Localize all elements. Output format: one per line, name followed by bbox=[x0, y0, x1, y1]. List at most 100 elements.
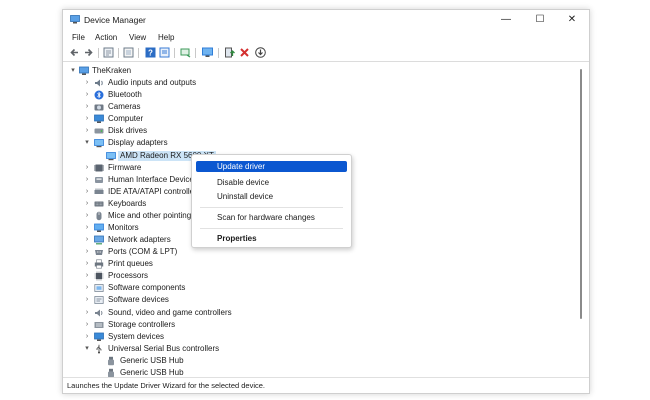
display-adapter-icon bbox=[106, 151, 116, 160]
tree-item-label: System devices bbox=[108, 331, 165, 341]
tree-item-label: Storage controllers bbox=[108, 319, 176, 329]
scrollbar-thumb[interactable] bbox=[580, 69, 582, 319]
tree-item-label: Audio inputs and outputs bbox=[108, 78, 197, 87]
chevron-right-icon[interactable]: › bbox=[83, 258, 91, 270]
properties-icon[interactable] bbox=[103, 47, 114, 58]
tree-item-label: IDE ATA/ATAPI controlle bbox=[108, 186, 195, 196]
chevron-right-icon[interactable]: › bbox=[83, 282, 91, 294]
status-text: Launches the Update Driver Wizard for th… bbox=[67, 381, 266, 390]
chevron-right-icon[interactable]: › bbox=[83, 307, 91, 319]
status-bar: Launches the Update Driver Wizard for th… bbox=[63, 377, 589, 393]
minimize-icon: — bbox=[501, 14, 511, 25]
back-arrow-icon[interactable] bbox=[69, 47, 80, 58]
properties-sheet-icon[interactable] bbox=[159, 47, 170, 58]
computer-icon bbox=[94, 114, 104, 124]
menu-help[interactable]: Help bbox=[158, 33, 174, 42]
tree-item-label: Ports (COM & LPT) bbox=[108, 247, 178, 257]
chevron-right-icon[interactable]: › bbox=[83, 89, 91, 101]
chevron-right-icon[interactable]: › bbox=[83, 101, 91, 113]
chevron-right-icon[interactable]: › bbox=[83, 198, 91, 210]
firmware-icon bbox=[94, 164, 104, 172]
scan-hardware-icon[interactable] bbox=[180, 47, 191, 58]
vertical-scrollbar[interactable] bbox=[579, 63, 584, 377]
usb-plug-icon bbox=[108, 368, 114, 377]
chevron-right-icon[interactable]: › bbox=[83, 174, 91, 186]
chevron-right-icon[interactable]: › bbox=[83, 222, 91, 234]
chevron-down-icon[interactable]: ▾ bbox=[69, 65, 77, 77]
tree-item-label: Display adapters bbox=[108, 138, 168, 148]
camera-icon bbox=[94, 104, 104, 111]
usb-icon bbox=[96, 344, 102, 354]
close-icon: ✕ bbox=[567, 14, 577, 25]
tree-item-label: Keyboards bbox=[108, 198, 147, 208]
chevron-down-icon[interactable]: ▾ bbox=[83, 343, 91, 355]
menu-item-update-driver[interactable]: Update driver bbox=[196, 161, 347, 172]
chevron-right-icon[interactable]: › bbox=[83, 294, 91, 306]
menu-item-properties[interactable]: Properties bbox=[196, 233, 347, 244]
tree-item-label: Generic USB Hub bbox=[120, 355, 184, 365]
tree-item-label: Bluetooth bbox=[108, 90, 142, 100]
usb-plug-icon bbox=[108, 356, 114, 365]
chevron-right-icon[interactable]: › bbox=[83, 77, 91, 89]
toolbar-separator bbox=[174, 48, 175, 58]
tree-item-label: Software devices bbox=[108, 295, 169, 305]
minimize-button[interactable]: — bbox=[489, 10, 523, 30]
tree-item-label: Universal Serial Bus controllers bbox=[108, 343, 220, 353]
chevron-right-icon[interactable]: › bbox=[83, 270, 91, 282]
processor-icon bbox=[94, 271, 104, 281]
computer-root-icon bbox=[79, 66, 89, 75]
ide-controller-icon bbox=[94, 188, 104, 194]
maximize-button[interactable]: ☐ bbox=[523, 10, 557, 30]
chevron-right-icon[interactable]: › bbox=[83, 319, 91, 331]
toolbar-separator bbox=[218, 48, 219, 58]
window-title: Device Manager bbox=[84, 15, 146, 25]
menu-action[interactable]: Action bbox=[95, 33, 117, 42]
menu-view[interactable]: View bbox=[129, 33, 146, 42]
software-device-icon bbox=[94, 296, 104, 305]
forward-arrow-icon[interactable] bbox=[83, 47, 94, 58]
toolbar-separator bbox=[118, 48, 119, 58]
port-icon bbox=[95, 250, 103, 256]
menu-separator bbox=[200, 207, 343, 208]
menu-bar: File Action View Help bbox=[63, 31, 589, 44]
tree-item-label: Disk drives bbox=[108, 126, 148, 136]
toolbar: ? bbox=[63, 45, 589, 62]
storage-controller-icon bbox=[94, 321, 104, 328]
chevron-right-icon[interactable]: › bbox=[83, 186, 91, 198]
tree-item-label: Network adapters bbox=[108, 235, 171, 244]
menu-file[interactable]: File bbox=[72, 33, 85, 42]
uninstall-icon[interactable] bbox=[239, 47, 250, 58]
chevron-right-icon[interactable]: › bbox=[83, 162, 91, 174]
chevron-right-icon[interactable]: › bbox=[83, 113, 91, 125]
help-icon[interactable]: ? bbox=[145, 47, 156, 58]
keyboard-icon bbox=[94, 201, 104, 207]
menu-item-scan-hardware[interactable]: Scan for hardware changes bbox=[196, 212, 347, 223]
network-adapter-icon bbox=[94, 235, 104, 245]
tree-item-label: Software components bbox=[108, 283, 186, 293]
update-driver-icon[interactable] bbox=[224, 47, 235, 58]
chevron-right-icon[interactable]: › bbox=[83, 234, 91, 246]
tree-item-label: Processors bbox=[108, 271, 149, 281]
disk-icon bbox=[94, 128, 104, 134]
monitor-icon bbox=[94, 223, 104, 232]
tree-item-label: Firmware bbox=[108, 162, 142, 172]
download-icon[interactable] bbox=[255, 47, 266, 58]
monitor-icon[interactable] bbox=[202, 47, 213, 58]
tree-item-label: Print queues bbox=[108, 259, 153, 269]
menu-item-disable-device[interactable]: Disable device bbox=[196, 177, 347, 188]
chevron-down-icon[interactable]: ▾ bbox=[83, 137, 91, 149]
printer-icon bbox=[94, 259, 104, 269]
tree-root-label: TheKraken bbox=[92, 66, 132, 75]
tree-item-label: Monitors bbox=[108, 223, 139, 232]
svg-text:?: ? bbox=[148, 49, 153, 58]
show-hide-tree-icon[interactable] bbox=[123, 47, 134, 58]
tree-item-label: Generic USB Hub bbox=[120, 367, 184, 377]
device-manager-app-icon bbox=[70, 15, 80, 24]
close-button[interactable]: ✕ bbox=[555, 10, 589, 30]
chevron-right-icon[interactable]: › bbox=[83, 246, 91, 258]
chevron-right-icon[interactable]: › bbox=[83, 210, 91, 222]
chevron-right-icon[interactable]: › bbox=[83, 331, 91, 343]
menu-item-uninstall-device[interactable]: Uninstall device bbox=[196, 191, 347, 202]
tree-item-label: Computer bbox=[108, 114, 144, 124]
chevron-right-icon[interactable]: › bbox=[83, 125, 91, 137]
